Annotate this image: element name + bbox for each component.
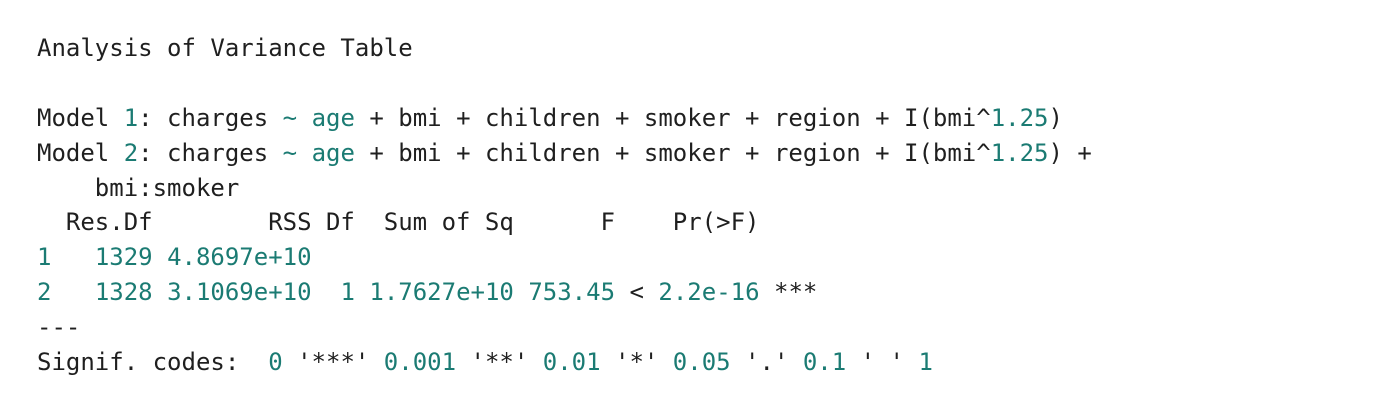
cell-gap: [51, 243, 94, 271]
formula-response: : charges: [138, 104, 283, 132]
cell-gap: [514, 278, 528, 306]
model-label: Model: [37, 139, 124, 167]
table-header-text: Res.Df RSS Df Sum of Sq F Pr(>F): [37, 208, 760, 236]
formula-terms: + bmi + children + smoker + region + I(b…: [354, 104, 991, 132]
signif-symbol: '.': [730, 348, 803, 376]
formula-response: : charges: [138, 139, 283, 167]
cell-f-value: 753.45: [528, 278, 616, 306]
cell-res-df: 1329: [94, 243, 153, 271]
signif-symbol: ' ': [846, 348, 919, 376]
formula-space: [297, 104, 311, 132]
cell-gap: [355, 278, 369, 306]
anova-title: Analysis of Variance Table: [37, 31, 413, 65]
formula-exponent: 1.25: [990, 139, 1049, 167]
formula-interaction-term: bmi:smoker: [37, 174, 240, 202]
signif-threshold: 0.01: [542, 348, 601, 376]
formula-space: [297, 139, 311, 167]
separator-text: ---: [37, 313, 81, 341]
formula-close: ) +: [1048, 139, 1092, 167]
formula-close: ): [1048, 104, 1063, 132]
signif-threshold: 0.05: [672, 348, 731, 376]
signif-symbol: '***': [282, 348, 384, 376]
cell-rss: 4.8697e+10: [167, 243, 312, 271]
model-number: 1: [123, 104, 139, 132]
cell-df: 1: [340, 278, 355, 306]
formula-tilde: ~: [282, 104, 298, 132]
row-index: 1: [37, 243, 52, 271]
cell-gap: [51, 278, 94, 306]
signif-threshold: 0.001: [383, 348, 457, 376]
signif-threshold: 0: [268, 348, 283, 376]
signif-label: Signif. codes:: [37, 348, 269, 376]
signif-threshold: 1: [918, 348, 933, 376]
cell-rss: 3.1069e+10: [167, 278, 312, 306]
anova-row-1: 1 1329 4.8697e+10: [37, 240, 312, 274]
cell-gap: [312, 278, 341, 306]
formula-tilde: ~: [282, 139, 298, 167]
model-1-formula: Model 1: charges ~ age + bmi + children …: [37, 101, 1063, 135]
cell-sum-of-sq: 1.7627e+10: [369, 278, 514, 306]
cell-less-than: <: [615, 278, 659, 306]
model-number: 2: [123, 139, 139, 167]
formula-terms: + bmi + children + smoker + region + I(b…: [354, 139, 991, 167]
separator-line: ---: [37, 310, 80, 344]
cell-p-value: 2.2e-16: [658, 278, 760, 306]
signif-symbol: '*': [600, 348, 673, 376]
model-2-formula-continuation: bmi:smoker: [37, 171, 240, 205]
significance-stars: ***: [759, 278, 818, 306]
cell-gap: [153, 243, 167, 271]
cell-res-df: 1328: [94, 278, 153, 306]
r-console-output: Analysis of Variance Table Model 1: char…: [0, 0, 1400, 412]
formula-term-age: age: [311, 139, 355, 167]
formula-exponent: 1.25: [990, 104, 1049, 132]
model-label: Model: [37, 104, 124, 132]
signif-threshold: 0.1: [802, 348, 847, 376]
cell-gap: [153, 278, 167, 306]
anova-table-header: Res.Df RSS Df Sum of Sq F Pr(>F): [37, 205, 760, 239]
signif-codes-line: Signif. codes: 0 '***' 0.001 '**' 0.01 '…: [37, 345, 933, 379]
signif-symbol: '**': [456, 348, 543, 376]
anova-row-2: 2 1328 3.1069e+10 1 1.7627e+10 753.45 < …: [37, 275, 817, 309]
row-index: 2: [37, 278, 52, 306]
model-2-formula: Model 2: charges ~ age + bmi + children …: [37, 136, 1092, 170]
anova-title-text: Analysis of Variance Table: [37, 34, 413, 62]
formula-term-age: age: [311, 104, 355, 132]
